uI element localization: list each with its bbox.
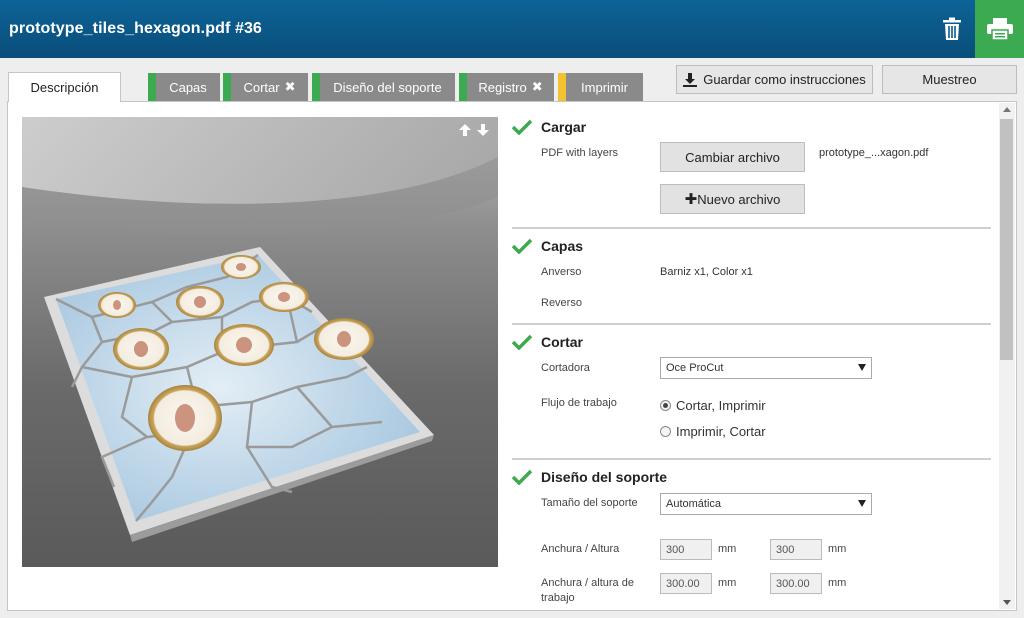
change-file-button[interactable]: Cambiar archivo (660, 142, 805, 172)
section-title-text: Cargar (541, 119, 587, 135)
error-x-icon: ✖ (284, 79, 296, 94)
height-unit: mm (828, 543, 847, 555)
tab-status-marker (312, 73, 320, 101)
radio-unselected-icon (660, 426, 671, 437)
section-cortar-title: Cortar (512, 334, 583, 350)
plus-icon: ✚ (684, 191, 698, 208)
cutter-selected-value: Oce ProCut (666, 362, 724, 374)
scroll-up-icon[interactable] (1003, 107, 1011, 112)
work-height-unit: mm (828, 577, 847, 589)
workflow-option-label: Imprimir, Cortar (676, 424, 766, 439)
section-cargar-title: Cargar (512, 119, 586, 135)
tab-status-marker (459, 73, 467, 101)
cutter-label: Cortadora (541, 362, 590, 374)
error-x-icon: ✖ (531, 79, 543, 94)
page-title: prototype_tiles_hexagon.pdf #36 (9, 20, 262, 37)
workflow-option-label: Cortar, Imprimir (676, 398, 766, 413)
sample-button[interactable]: Muestreo (882, 65, 1017, 94)
section-capas-title: Capas (512, 238, 583, 254)
preview-render (22, 117, 498, 567)
section-divider (512, 323, 991, 325)
delete-button[interactable] (930, 0, 974, 58)
download-icon (683, 72, 698, 87)
check-icon (512, 238, 532, 254)
height-input[interactable]: 300 (770, 539, 822, 560)
file-name: prototype_...xagon.pdf (819, 147, 929, 159)
tab-imprimir[interactable]: Imprimir (558, 73, 643, 101)
save-as-instructions-label: Guardar como instrucciones (703, 72, 866, 87)
section-title-text: Diseño del soporte (541, 469, 668, 485)
scrollbar-thumb[interactable] (1000, 119, 1013, 360)
workflow-option-print-cut[interactable]: Imprimir, Cortar (660, 424, 766, 439)
arrow-down-icon[interactable] (476, 123, 490, 137)
tab-label: Registro (478, 79, 527, 95)
tab-registro[interactable]: Registro ✖ (459, 73, 554, 101)
arrow-up-icon[interactable] (458, 123, 472, 137)
tab-label: Cortar (243, 79, 280, 95)
tab-capas[interactable]: Capas (148, 73, 220, 101)
section-divider (512, 227, 991, 229)
media-size-label: Tamaño del soporte (541, 497, 638, 509)
new-file-button[interactable]: ✚ Nuevo archivo (660, 184, 805, 214)
work-height-input[interactable]: 300.00 (770, 573, 822, 594)
tab-diseno-soporte[interactable]: Diseño del soporte (312, 73, 455, 101)
chevron-down-icon (858, 364, 866, 371)
work-width-unit: mm (718, 577, 737, 589)
width-unit: mm (718, 543, 737, 555)
width-height-label: Anchura / Altura (541, 543, 620, 555)
print-button[interactable] (975, 0, 1024, 58)
new-file-label: Nuevo archivo (697, 191, 781, 207)
workflow-label: Flujo de trabajo (541, 397, 617, 409)
front-label: Anverso (541, 266, 582, 278)
scroll-down-icon[interactable] (1003, 600, 1011, 605)
chevron-down-icon (858, 500, 866, 507)
work-width-input[interactable]: 300.00 (660, 573, 712, 594)
section-soporte-title: Diseño del soporte (512, 469, 667, 485)
trash-icon (943, 17, 961, 40)
tab-label: Imprimir (581, 79, 628, 95)
media-size-select[interactable]: Automática (660, 493, 872, 515)
section-divider (512, 458, 991, 460)
app-header: prototype_tiles_hexagon.pdf #36 (0, 0, 1024, 58)
change-file-label: Cambiar archivo (685, 149, 780, 165)
settings-panel: Cargar PDF with layers Cambiar archivo p… (512, 110, 992, 610)
flip-arrows (458, 123, 490, 137)
check-icon (512, 469, 532, 485)
work-size-label: Anchura / altura de trabajo (541, 577, 634, 604)
section-title-text: Cortar (541, 334, 584, 350)
tab-cortar[interactable]: Cortar ✖ (223, 73, 308, 101)
workflow-option-cut-print[interactable]: Cortar, Imprimir (660, 398, 766, 413)
printer-icon (986, 18, 1013, 40)
tab-status-marker (558, 73, 566, 101)
tab-status-marker (148, 73, 156, 101)
radio-selected-icon (660, 400, 671, 411)
save-as-instructions-button[interactable]: Guardar como instrucciones (676, 65, 873, 94)
media-size-selected-value: Automática (666, 498, 722, 510)
tab-descripcion[interactable]: Descripción (8, 72, 121, 102)
section-title-text: Capas (541, 238, 584, 254)
sample-label: Muestreo (922, 72, 977, 87)
width-input[interactable]: 300 (660, 539, 712, 560)
tab-label: Diseño del soporte (333, 79, 442, 95)
front-value: Barniz x1, Color x1 (660, 266, 753, 278)
tab-status-marker (223, 73, 231, 101)
check-icon (512, 334, 532, 350)
cutter-select[interactable]: Oce ProCut (660, 357, 872, 379)
tab-label: Capas (169, 79, 207, 95)
3d-preview[interactable] (22, 117, 498, 567)
pdf-layers-label: PDF with layers (541, 147, 619, 159)
check-icon (512, 119, 532, 135)
back-label: Reverso (541, 297, 582, 309)
settings-scrollbar[interactable] (999, 103, 1015, 609)
tab-label: Descripción (30, 80, 99, 95)
